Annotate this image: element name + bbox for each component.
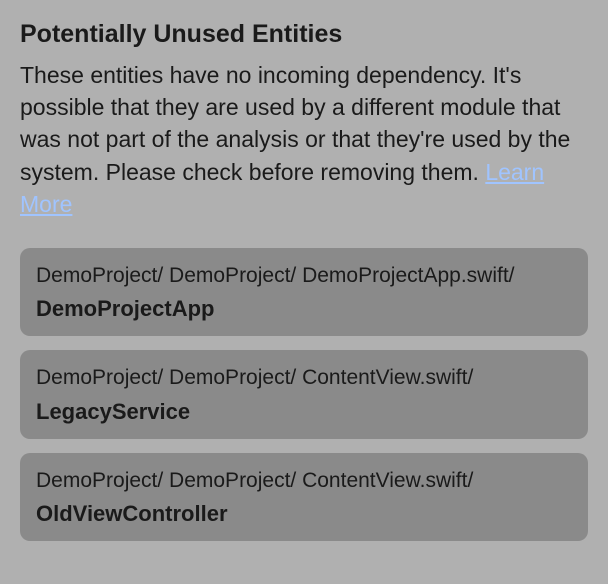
entity-path: DemoProject/ DemoProject/ DemoProjectApp… (36, 262, 572, 290)
entity-card[interactable]: DemoProject/ DemoProject/ ContentView.sw… (20, 453, 588, 541)
entity-card[interactable]: DemoProject/ DemoProject/ ContentView.sw… (20, 350, 588, 438)
unused-entities-panel: Potentially Unused Entities These entiti… (0, 0, 608, 584)
entity-name: DemoProjectApp (36, 296, 572, 322)
entity-card[interactable]: DemoProject/ DemoProject/ DemoProjectApp… (20, 248, 588, 336)
entity-name: OldViewController (36, 501, 572, 527)
entity-list: DemoProject/ DemoProject/ DemoProjectApp… (20, 248, 588, 541)
panel-description: These entities have no incoming dependen… (20, 59, 588, 220)
entity-path: DemoProject/ DemoProject/ ContentView.sw… (36, 364, 572, 392)
entity-name: LegacyService (36, 399, 572, 425)
entity-path: DemoProject/ DemoProject/ ContentView.sw… (36, 467, 572, 495)
panel-title: Potentially Unused Entities (20, 20, 588, 49)
